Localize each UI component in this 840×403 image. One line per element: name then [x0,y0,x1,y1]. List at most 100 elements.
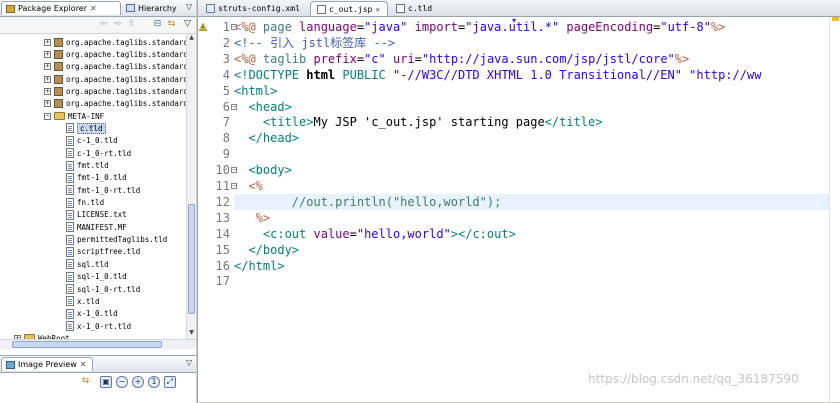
tree-item[interactable]: + WebRoot [14,332,70,339]
tree-item[interactable]: MANIFEST.MF [66,221,127,233]
warning-overview-mark[interactable] [832,17,839,21]
code-area[interactable]: <%@ page language="java" import="java.ut… [234,17,829,402]
expand-icon[interactable]: + [44,50,51,58]
tree-item[interactable]: sql-1_0.tld [66,271,127,283]
image-preview-icon [6,360,15,369]
warning-icon[interactable] [199,23,207,31]
tab-c-out-jsp[interactable]: c_out.jsp ✕ [310,1,388,16]
tree-vertical-scrollbar[interactable]: ▲ ▼ [186,34,196,339]
tree-item[interactable]: c-1_0.tld [66,135,118,147]
file-icon [66,296,74,307]
tab-package-explorer-label: Package Explorer [18,4,88,13]
tab-hierarchy[interactable]: Hierarchy [122,1,184,15]
expand-icon[interactable]: + [44,63,51,71]
fold-collapse-icon[interactable]: − [231,183,238,190]
tree-item[interactable]: c-1_0-rt.tld [66,147,131,159]
line-number: 1 [222,20,230,34]
code-line[interactable]: <!DOCTYPE html PUBLIC "-//W3C//DTD XHTML… [234,67,761,83]
expand-icon[interactable]: + [44,87,51,95]
back-arrow-icon[interactable]: ⇦ [98,19,109,30]
tab-package-explorer[interactable]: Package Explorer ✕ [1,1,121,15]
code-line[interactable]: <head> [234,99,291,115]
expand-icon[interactable]: + [44,100,51,108]
tab-struts-config-xml[interactable]: struts-config.xml [200,1,308,16]
tree-item[interactable]: sql.tld [66,258,109,270]
tree-item[interactable]: x-1_0.tld [66,308,118,320]
view-menu-chevron-down-icon[interactable]: ▽ [186,2,192,11]
tree-item[interactable]: − META-INF [44,110,104,122]
tree-item-label: LICENSE.txt [77,210,127,220]
fold-collapse-icon[interactable]: − [231,24,238,31]
code-line[interactable]: <%@ taglib prefix="c" uri="http://java.s… [234,51,689,67]
link-icon[interactable]: ⇆ [80,376,91,387]
code-token: value [313,226,350,241]
zoom-original-icon[interactable]: 1 [148,376,160,388]
file-icon [66,234,74,245]
fold-collapse-icon[interactable]: − [231,167,238,174]
code-line[interactable]: <html> [234,83,277,99]
scroll-up-arrow-icon[interactable]: ▲ [187,34,196,44]
code-line[interactable]: <!-- 引入 jstl标签库 --> [234,35,395,51]
tree-item-label: org.apache.taglibs.standard [66,62,186,72]
tree-item[interactable]: + org.apache.taglibs.standard [44,61,186,73]
collapse-all-icon[interactable]: ⊟ [152,19,163,30]
tree-item[interactable]: + org.apache.taglibs.standard [44,98,186,110]
tree-item[interactable]: permittedTaglibs.tld [66,234,167,246]
tree-item[interactable]: x-1_0-rt.tld [66,320,131,332]
up-arrow-icon[interactable]: ⇧ [126,19,137,30]
code-line[interactable]: </body> [234,242,299,258]
editor-tabbar: struts-config.xml c_out.jsp ✕ c.tld [198,0,840,17]
tree-item[interactable]: fmt.tld [66,160,109,172]
tree-item[interactable]: + org.apache.taglibs.standard [44,36,186,48]
fold-collapse-icon[interactable]: − [231,103,238,110]
expand-icon[interactable]: + [44,75,51,83]
code-line[interactable]: <% [234,178,262,194]
vertical-scroll-thumb[interactable] [188,204,195,314]
code-token: "-//W3C//DTD XHTML 1.0 Transitional//EN" [392,67,682,82]
close-icon[interactable]: ✕ [80,360,87,369]
image-preview-menu-chevron-down-icon[interactable]: ▽ [186,358,192,367]
code-line[interactable]: %> [234,210,270,226]
code-line[interactable]: <%@ page language="java" import="java.ut… [234,19,725,35]
tree-item[interactable]: fmt-1_0-rt.tld [66,184,140,196]
code-token: <html> [234,83,278,98]
tree-item[interactable]: fmt-1_0.tld [66,172,127,184]
tree-item[interactable]: c.tld [66,122,106,134]
code-line[interactable]: </html> [234,258,285,274]
horizontal-scroll-thumb[interactable] [12,341,162,348]
forward-arrow-icon[interactable]: ⇨ [112,19,123,30]
tree-item[interactable]: fn.tld [66,197,104,209]
code-line[interactable]: <title>My JSP 'c_out.jsp' starting page<… [234,114,603,130]
tree-item[interactable]: + org.apache.taglibs.standard [44,48,186,60]
zoom-out-icon[interactable]: − [116,376,128,388]
zoom-fit-icon[interactable]: ⤢ [164,376,176,388]
collapse-icon[interactable]: − [44,112,51,120]
image-icon[interactable]: ▣ [100,376,112,388]
file-icon [66,321,74,332]
code-line[interactable]: <body> [234,162,291,178]
tree-item[interactable]: scriptfree.tld [66,246,140,258]
tree-item[interactable]: LICENSE.txt [66,209,127,221]
tree-item[interactable]: + org.apache.taglibs.standard [44,73,186,85]
view-menu-icon[interactable]: ▽ [182,19,193,30]
zoom-in-icon[interactable]: + [132,376,144,388]
close-icon[interactable]: ✕ [90,4,97,13]
tab-c-tld[interactable]: c.tld [390,1,450,16]
tree-item-label: sql-1_0-rt.tld [77,284,141,294]
tab-image-preview[interactable]: Image Preview ✕ [1,357,93,371]
tree-horizontal-scrollbar[interactable] [0,339,196,349]
line-number: 13 [215,210,230,225]
scroll-down-arrow-icon[interactable]: ▼ [187,329,196,339]
code-token: page [262,20,300,34]
code-line[interactable]: <c:out value="hello,world"></c:out> [234,226,516,242]
tree-item[interactable]: x.tld [66,295,100,307]
tree-item[interactable]: sql-1_0-rt.tld [66,283,140,295]
close-icon[interactable]: ✕ [375,5,380,14]
link-with-editor-icon[interactable]: ⇆ [166,19,177,30]
expand-icon[interactable]: + [44,38,51,46]
code-token: "java.util.*" [465,20,560,34]
tree-item[interactable]: + org.apache.taglibs.standard [44,85,186,97]
code-line[interactable]: </head> [234,130,299,146]
code-line[interactable]: //out.println("hello,world"); [234,194,502,210]
